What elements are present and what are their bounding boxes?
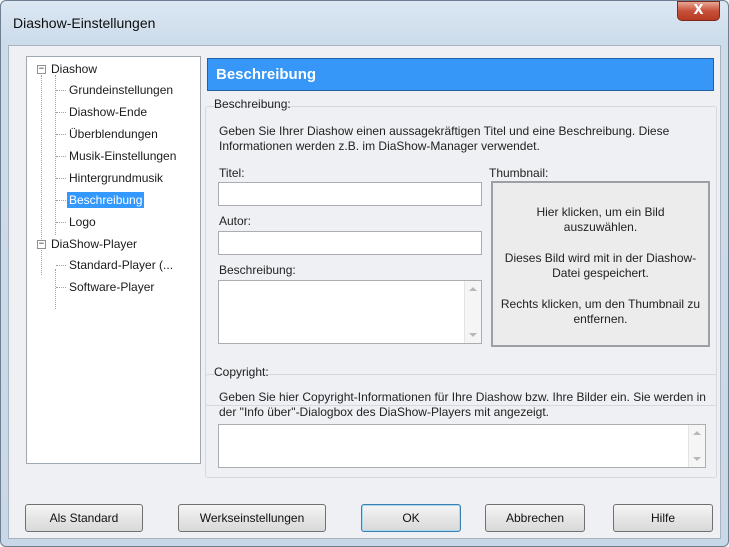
section-title: Beschreibung	[216, 66, 317, 83]
tree-line	[56, 112, 66, 113]
tree-item-grundeinstellungen[interactable]: Grundeinstellungen	[69, 82, 173, 98]
tree-line	[56, 200, 66, 201]
tree-item-logo[interactable]: Logo	[69, 214, 96, 230]
tree-line	[56, 287, 66, 288]
tree-item-diashow[interactable]: Diashow	[51, 61, 97, 77]
ok-button[interactable]: OK	[361, 504, 461, 532]
tree-item-diashow-player[interactable]: DiaShow-Player	[51, 236, 137, 252]
title-bar[interactable]: Diashow-Einstellungen X	[1, 1, 728, 45]
thumbnail-hint-select: Hier klicken, um ein Bild auszuwählen.	[536, 205, 665, 234]
thumbnail-label: Thumbnail:	[489, 166, 549, 180]
collapse-icon[interactable]: −	[37, 65, 46, 74]
thumbnail-hint-save: Dieses Bild wird mit in der Diashow-Date…	[504, 251, 697, 280]
tree-item-standard-player[interactable]: Standard-Player (...	[69, 257, 173, 273]
scroll-down-icon[interactable]	[693, 457, 701, 461]
tree-item-hintergrundmusik[interactable]: Hintergrundmusik	[69, 170, 163, 186]
tree-item-diashow-ende[interactable]: Diashow-Ende	[69, 104, 147, 120]
tree-line	[56, 134, 66, 135]
tree-line	[56, 178, 66, 179]
copyright-scrollbar[interactable]	[688, 425, 705, 467]
copyright-group-legend: Copyright:	[214, 365, 269, 379]
tree-item-software-player[interactable]: Software-Player	[69, 279, 154, 295]
dialog-client-area: − Diashow Grundeinstellungen Diashow-End…	[8, 45, 721, 539]
autor-input[interactable]	[218, 231, 482, 255]
werkseinstellungen-button[interactable]: Werkseinstellungen	[178, 504, 326, 532]
close-icon[interactable]: X	[677, 1, 720, 21]
tree-item-musik-einstellungen[interactable]: Musik-Einstellungen	[69, 148, 176, 164]
tree-line	[56, 156, 66, 157]
tree-line	[55, 269, 56, 309]
beschreibung-textarea[interactable]	[218, 280, 482, 344]
settings-tree[interactable]: − Diashow Grundeinstellungen Diashow-End…	[26, 56, 201, 464]
dialog-window: Diashow-Einstellungen X − Diashow Grunde…	[0, 0, 729, 547]
copyright-textarea[interactable]	[218, 424, 706, 468]
section-header: Beschreibung	[207, 58, 714, 91]
collapse-icon[interactable]: −	[37, 240, 46, 249]
hilfe-button[interactable]: Hilfe	[613, 504, 713, 532]
autor-label: Autor:	[219, 214, 252, 228]
scroll-up-icon[interactable]	[693, 431, 701, 435]
abbrechen-button[interactable]: Abbrechen	[485, 504, 585, 532]
beschreibung-info-text: Geben Sie Ihrer Diashow einen aussagekrä…	[219, 124, 670, 153]
tree-item-beschreibung[interactable]: Beschreibung	[67, 192, 145, 208]
beschreibung-scrollbar[interactable]	[464, 281, 481, 343]
tree-line	[56, 265, 66, 266]
scroll-down-icon[interactable]	[469, 333, 477, 337]
thumbnail-picker[interactable]: Hier klicken, um ein Bild auszuwählen. D…	[491, 181, 710, 347]
als-standard-button[interactable]: Als Standard	[25, 504, 143, 532]
titel-label: Titel:	[219, 166, 245, 180]
tree-item-ueberblendungen[interactable]: Überblendungen	[69, 126, 158, 142]
beschreibung-group-legend: Beschreibung:	[214, 97, 291, 111]
titel-input[interactable]	[218, 182, 482, 206]
scroll-up-icon[interactable]	[469, 287, 477, 291]
tree-line	[56, 222, 66, 223]
window-title: Diashow-Einstellungen	[13, 15, 156, 31]
thumbnail-hint-remove: Rechts klicken, um den Thumbnail zu entf…	[500, 297, 701, 326]
tree-line	[56, 90, 66, 91]
copyright-info-text: Geben Sie hier Copyright-Informationen f…	[219, 390, 706, 419]
beschreibung-label: Beschreibung:	[219, 263, 296, 277]
tree-line	[55, 75, 56, 235]
